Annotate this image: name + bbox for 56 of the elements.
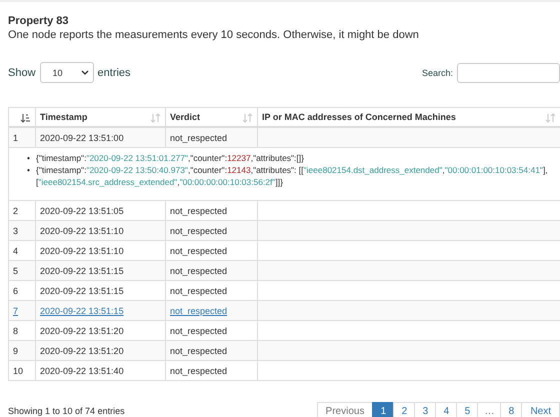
table-cell: 2	[8, 200, 36, 220]
search-field[interactable]	[457, 62, 560, 82]
json-entry: {"timestamp":"2020-09-22 13:51:01.277","counter":12237,"attributes":[]}	[36, 152, 304, 164]
table-cell: not_respected	[166, 320, 258, 340]
page-button[interactable]: 2	[393, 402, 416, 417]
table-cell: 2020-09-22 13:51:05	[36, 200, 166, 220]
page-button[interactable]: 5	[456, 402, 478, 417]
table-cell: 2020-09-22 13:51:20	[36, 340, 166, 360]
json-entry: {"timestamp":"2020-09-22 13:50:40.973","counter":12143,"attributes": [["ieee802154.dst_address_extended","00:00:01:00:10:03:54:41"],["ieee802154.src_address_extended","00:00:00:00:10:03:56:2f"]]}	[36, 164, 549, 188]
page-button[interactable]: 3	[414, 402, 436, 417]
table-cell: 2020-09-22 13:51:10	[36, 220, 166, 240]
sort-icon[interactable]	[242, 113, 253, 123]
pagination-ellipsis[interactable]: …	[477, 402, 502, 417]
table-cell: not_respected	[166, 220, 258, 240]
table-cell: not_respected	[166, 200, 258, 220]
entries-info: Showing 1 to 10 of 74 entries	[8, 406, 125, 416]
table-cell: not_respected	[166, 127, 258, 148]
sort-ascending-icon[interactable]	[20, 113, 31, 123]
table-cell: 4	[8, 240, 36, 260]
table-cell: 1	[8, 127, 36, 148]
search-label: Search:	[422, 68, 453, 78]
table-cell: not_respected	[166, 280, 258, 300]
table-cell: 10	[8, 360, 36, 380]
page-button[interactable]: Next	[521, 402, 560, 417]
table-cell: not_respected	[166, 240, 258, 260]
table-cell: 2020-09-22 13:51:15	[36, 260, 166, 280]
page-button[interactable]: 4	[435, 402, 458, 417]
table-cell: 9	[8, 340, 36, 360]
table-cell: not_respected	[166, 340, 258, 360]
sort-icon[interactable]	[545, 113, 556, 123]
row-link[interactable]: 7	[13, 306, 18, 316]
entries-select[interactable]: 10	[40, 62, 94, 83]
table-cell: not_respected	[166, 260, 258, 280]
table-cell: 8	[8, 320, 36, 340]
description: One node reports the measurements every 10 seconds. Otherwise, it might be down	[8, 28, 420, 42]
sort-icon[interactable]	[150, 113, 161, 123]
table-cell: 2020-09-22 13:51:20	[36, 320, 166, 340]
table-cell: 5	[8, 260, 36, 280]
table-cell: 2020-09-22 13:51:15	[36, 280, 166, 300]
table-cell: 2020-09-22 13:51:40	[36, 360, 166, 380]
list-bullet: •	[27, 164, 30, 177]
table-cell: not_respected	[166, 360, 258, 380]
chevron-down-icon	[80, 70, 89, 75]
table-cell: 6	[8, 280, 36, 300]
page-button[interactable]: Previous	[316, 402, 374, 417]
list-bullet: •	[27, 152, 30, 164]
row-link[interactable]: not_respected	[170, 306, 228, 316]
entries-label: entries	[98, 66, 131, 78]
page-button[interactable]: 8	[500, 402, 522, 417]
table-cell: 3	[8, 220, 36, 240]
row-link[interactable]: 2020-09-22 13:51:15	[40, 306, 124, 316]
page-title: Property 83	[8, 14, 70, 28]
show-label: Show	[8, 66, 36, 78]
table-cell: 2020-09-22 13:51:00	[36, 127, 166, 148]
table-cell: 2020-09-22 13:51:10	[36, 240, 166, 260]
page-button[interactable]: 1	[372, 402, 394, 417]
